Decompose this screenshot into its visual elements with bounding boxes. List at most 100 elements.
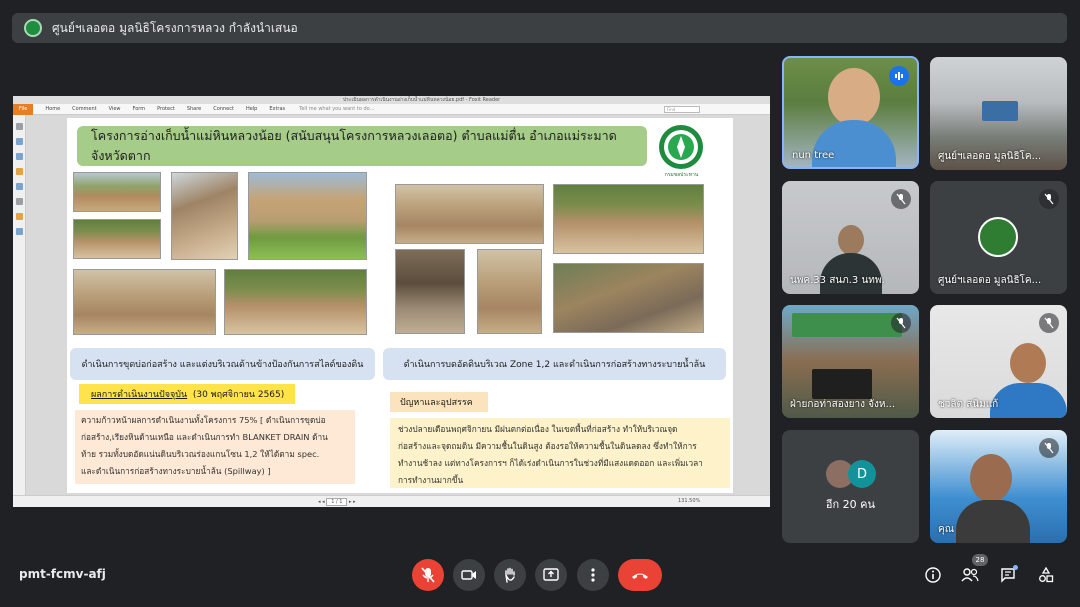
participant-body [990,383,1067,418]
reader-statusbar: ◂ ◂ 1 / 1 ▸ ▸ 131.50% [13,495,770,507]
participant-body [956,500,1030,543]
participant-tile[interactable]: ฝ่ายกอท่าสองยาง จังห... [782,305,919,418]
participant-avatar-letter: D [848,460,876,488]
present-screen-button[interactable] [535,559,567,591]
room-screen [982,101,1018,121]
problem-line: การทำงานมากขึ้น [398,475,464,485]
problem-line: ช่วงปลายเดือนพฤศจิกายน มีฝนตกต่อเนื่อง ใ… [398,424,678,434]
participant-name: ฝ่ายกอท่าสองยาง จังห... [790,399,895,410]
site-photo [553,184,704,254]
more-options-button[interactable] [577,559,609,591]
lock-icon[interactable] [15,213,23,220]
people-button[interactable] [960,565,980,585]
meeting-info-button[interactable] [923,565,943,585]
progress-tag-label: ผลการดำเนินงานปัจจุบัน [91,390,188,400]
reader-menu-share[interactable]: Share [187,106,201,112]
layers-icon[interactable] [15,198,23,205]
page-number-field[interactable]: 1 / 1 [326,498,348,506]
hand-tool-icon[interactable] [15,123,23,130]
participant-body [812,120,896,167]
participant-name: คุณ [938,524,954,535]
more-vert-icon [591,568,595,582]
camera-toggle-button[interactable] [453,559,485,591]
participant-face [1010,343,1046,383]
participant-tile[interactable]: ศูนย์ฯเลอตอ มูลนิธิโค... [930,57,1067,170]
reader-menu-connect[interactable]: Connect [213,106,234,112]
more-participants-tile[interactable]: D อีก 20 คน [782,430,919,543]
royal-irrigation-logo-icon [659,125,703,169]
site-photo [224,269,367,335]
reader-titlebar: ประเมินผลการดำเนินงานอ่างเก็บน้ำแม่หินหล… [13,96,770,104]
reader-document-title: ประเมินผลการดำเนินงานอ่างเก็บน้ำแม่หินหล… [343,97,501,103]
chat-unread-dot [1013,565,1018,570]
present-icon [543,568,559,581]
participant-name: ศูนย์ฯเลอตอ มูลนิธิโค... [938,275,1042,286]
speaking-indicator-icon [889,66,909,86]
mic-off-icon [1039,438,1059,458]
site-photo [553,263,704,333]
leave-call-button[interactable] [618,559,662,591]
reader-find-input[interactable]: Find [664,105,700,113]
site-photo [73,172,161,212]
hand-icon [505,567,515,583]
progress-text: ความก้าวหน้าผลการดำเนินงานทั้งโครงการ 75… [75,410,355,484]
reader-menu-form[interactable]: Form [133,106,146,112]
problem-line: ก่อสร้างและจุดถมดิน มีความชื้นในดินสูง ต… [398,441,697,451]
site-photo [73,269,216,335]
reader-menu-file[interactable]: File [13,103,34,115]
mic-off-icon [421,567,435,583]
problem-text: ช่วงปลายเดือนพฤศจิกายน มีฝนตกต่อเนื่อง ใ… [390,418,730,488]
participant-name: ชวลิต สนิมแก้ [938,399,999,410]
participant-name: ศูนย์ฯเลอตอ มูลนิธิโค... [938,151,1042,162]
camera-icon [461,570,476,580]
mic-toggle-button[interactable] [412,559,444,591]
presenting-banner: ศูนย์ฯเลอตอ มูลนิธิโครงการหลวง กำลังนำเส… [12,13,1067,43]
activities-button[interactable] [1036,565,1056,585]
self-tile[interactable]: คุณ [930,430,1067,543]
reader-menu-comment[interactable]: Comment [72,106,97,112]
site-photo [171,172,238,260]
info-icon [925,567,941,583]
more-participants-count: อีก 20 คน [825,498,876,511]
problem-line: ทำงานช้าลง แต่ทางโครงการฯ ก็ได้เร่งดำเนิ… [398,458,703,468]
bookmark-icon[interactable] [15,153,23,160]
reader-menu-extras[interactable]: Extras [269,106,285,112]
people-icon [961,568,979,582]
end-call-icon [632,573,648,579]
mic-off-icon [891,313,911,333]
reader-menu-view[interactable]: View [109,106,121,112]
tv-screen [812,369,872,399]
participant-face [970,454,1012,502]
site-photo [248,172,367,260]
comment-icon[interactable] [15,168,23,175]
page-indicator[interactable]: ◂ ◂ 1 / 1 ▸ ▸ [318,498,356,506]
raise-hand-button[interactable] [494,559,526,591]
signature-icon[interactable] [15,228,23,235]
participant-name: นพค.33 สนภ.3 นทพ. [790,275,885,286]
reader-menu-protect[interactable]: Protect [157,106,175,112]
caption-right: ดำเนินการบดอัดดินบริเวณ Zone 1,2 และดำเน… [383,348,726,380]
banner-backdrop [792,313,902,337]
reader-menubar: File Home Comment View Form Protect Shar… [13,103,770,115]
pages-icon[interactable] [15,138,23,145]
attachment-icon[interactable] [15,183,23,190]
participant-tile[interactable]: ชวลิต สนิมแก้ [930,305,1067,418]
participant-tile[interactable]: nun tree [782,56,919,169]
reader-menu-home[interactable]: Home [45,106,60,112]
zoom-level[interactable]: 131.50% [678,498,700,504]
reader-tell-me[interactable]: Tell me what you want to do... [299,106,374,112]
reader-menu-help[interactable]: Help [246,106,257,112]
presenter-logo-icon [24,19,42,37]
participant-tile[interactable]: นพค.33 สนภ.3 นทพ. [782,181,919,294]
mic-off-icon [1039,313,1059,333]
reader-sidebar [13,115,26,495]
meeting-code: pmt-fcmv-afj [19,567,106,581]
site-photo [73,219,161,259]
caption-left: ดำเนินการขุดบ่อก่อสร้าง และแต่งบริเวณด้า… [70,348,375,380]
activities-icon [1039,567,1054,583]
logo-caption: กรมชลประทาน [664,172,699,178]
progress-line: ความก้าวหน้าผลการดำเนินงานทั้งโครงการ 75… [81,415,326,425]
participant-tile[interactable]: ศูนย์ฯเลอตอ มูลนิธิโค... [930,181,1067,294]
site-photo [395,249,465,334]
progress-tag-date: (30 พฤศจิกายน 2565) [192,390,285,400]
